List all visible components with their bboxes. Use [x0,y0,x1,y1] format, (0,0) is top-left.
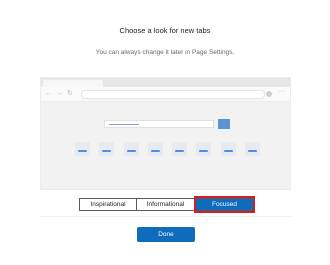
preview-tile [75,142,90,156]
preview-tab [43,80,103,87]
profile-icon [266,91,272,97]
refresh-icon: ↻ [67,90,73,97]
layout-preview: ← → ↻ ··· [40,77,291,190]
preview-tile [244,142,260,156]
preview-search-text [109,124,139,125]
preview-search-box [104,120,214,128]
preview-toolbar: ← → ↻ ··· [41,87,290,102]
option-focused[interactable]: Focused [195,198,255,211]
preview-quick-links [75,142,260,158]
dialog-subtitle: You can always change it later in Page S… [95,49,235,56]
option-informational[interactable]: Informational [137,198,195,211]
option-inspirational[interactable]: Inspirational [79,198,137,211]
preview-tile [123,142,139,156]
layout-options: Inspirational Informational Focused [79,198,255,211]
divider [40,216,291,217]
preview-tile [196,142,212,156]
back-arrow-icon: ← [45,90,52,97]
preview-tile [220,142,236,156]
more-icon: ··· [278,88,285,95]
new-tab-layout-dialog: Choose a look for new tabs You can alway… [0,0,330,265]
done-button[interactable]: Done [137,227,195,242]
preview-search-button [218,119,230,129]
dialog-title: Choose a look for new tabs [119,26,211,35]
preview-tile [147,142,163,156]
preview-tile [99,142,115,156]
preview-tabstrip [41,78,290,87]
forward-arrow-icon: → [56,90,63,97]
preview-address-bar [81,90,265,99]
preview-tile [172,142,188,156]
